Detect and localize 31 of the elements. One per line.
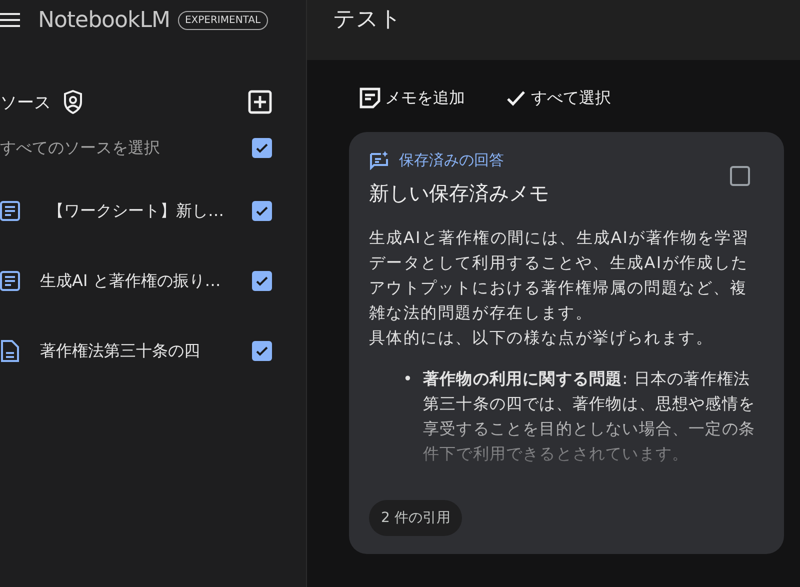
source-title[interactable]: 著作権法第三十条の四 [40,340,232,362]
note-title: 新しい保存済みメモ [369,180,550,207]
note-paragraph: 具体的には、以下の様な点が挙げられます。 [369,327,714,349]
text-document-icon [0,271,20,291]
source-title[interactable]: 【ワークシート】新し… [40,200,232,222]
checkbox[interactable] [252,271,272,291]
notebook-title: テスト [333,6,402,34]
add-note-button[interactable]: メモを追加 [359,84,465,112]
document-icon [0,340,20,362]
add-source-icon[interactable] [248,90,272,114]
menu-icon[interactable] [0,12,20,28]
note-card[interactable] [349,132,784,554]
select-all-label: すべてのソースを選択 [0,138,161,158]
checkbox[interactable] [730,166,750,186]
note-bullet: 著作物の利用に関する問題: 日本の著作権法第三十条の四では、著作物は、思想や感情を享受することを目的としない場合、一定の条件下で利用できるとされています。 [423,368,756,465]
select-all-button[interactable]: すべて選択 [505,84,611,112]
bullet-marker: • [403,368,414,390]
shield-icon[interactable] [63,90,83,114]
checkbox[interactable] [252,341,272,361]
sparkle-note-icon [369,150,389,170]
experimental-badge: EXPERIMENTAL [178,10,268,30]
citation-chip[interactable]: 2 件の引用 [369,500,462,536]
app-logo: NotebookLM [38,8,170,32]
checkbox[interactable] [252,138,272,158]
source-title[interactable]: 生成AI と著作権の振り… [40,270,232,292]
checkbox[interactable] [252,201,272,221]
note-tag: 保存済みの回答 [399,150,504,170]
sources-heading: ソース [0,92,51,114]
note-icon [359,87,381,109]
text-document-icon [0,201,20,221]
note-paragraph: 生成AIと著作権の間には、生成AIが著作物を学習データとして利用することや、生成AIが作成したアウトプットにおける著作権帰属の問題など、複雑な法的問題が存在します。 [369,227,750,324]
